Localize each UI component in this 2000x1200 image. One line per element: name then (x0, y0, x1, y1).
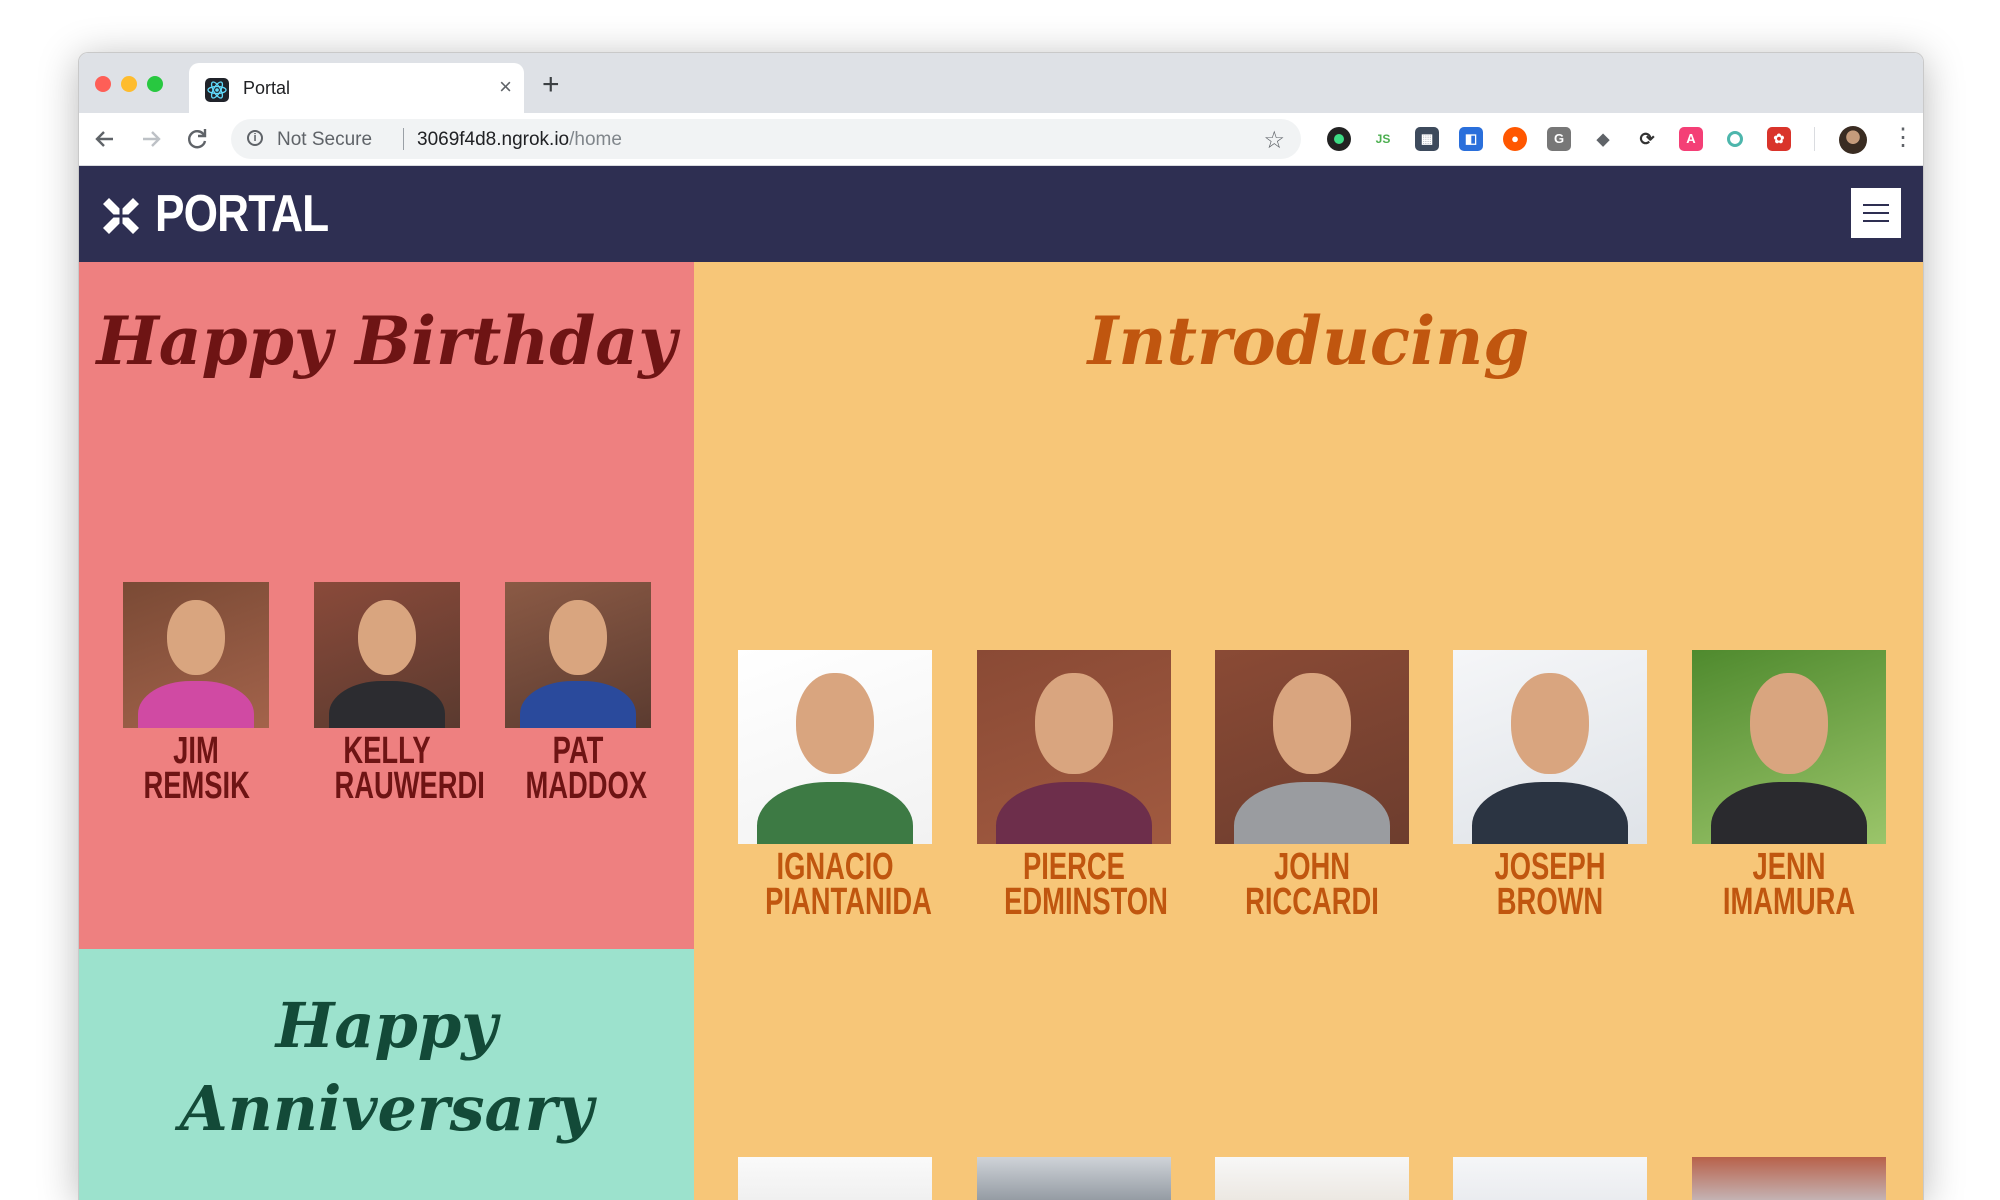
hamburger-menu-button[interactable] (1851, 188, 1901, 238)
react-favicon-icon (205, 78, 229, 102)
introducing-card-1: PIERCE EDMINSTON (977, 650, 1171, 923)
portal-logo-icon (99, 194, 143, 238)
introducing-photo-3 (1453, 650, 1647, 844)
introducing-card-4: JENN IMAMURA (1692, 650, 1886, 923)
anniversary-title-line2: Anniversary (179, 1072, 594, 1145)
camera-ext-icon[interactable] (1327, 127, 1351, 151)
nodejs-ext-icon[interactable]: JS (1371, 127, 1395, 151)
address-bar[interactable]: i Not Secure 3069f4d8.ngrok.io/home ☆ (231, 119, 1301, 159)
reddit-ext-icon[interactable]: ● (1503, 127, 1527, 151)
anniversary-title-line1: Happy (275, 989, 498, 1062)
reload-icon[interactable] (181, 123, 213, 155)
introducing-first-name-3: JOSEPH (1494, 846, 1606, 888)
introducing-photo-row2-1 (977, 1157, 1171, 1200)
circle-ext-icon[interactable] (1723, 127, 1747, 151)
not-secure-label: Not Secure (277, 129, 373, 150)
birthday-first-name-1: KELLY (343, 730, 431, 772)
tab-portal[interactable]: Portal × (189, 63, 524, 115)
birthday-last-name-1: RAUWERDI (334, 764, 485, 807)
url-path: /home (569, 129, 622, 150)
birthday-name-2: PAT MADDOX (525, 730, 648, 807)
tab-bar: Portal × + (79, 53, 1923, 115)
new-tab-button[interactable]: + (542, 70, 560, 100)
introducing-name-1: PIERCE EDMINSTON (1004, 846, 1168, 923)
introducing-card-2: JOHN RICCARDI (1215, 650, 1409, 923)
birthday-name-1: KELLY RAUWERDI (334, 730, 485, 807)
introducing-first-name-0: IGNACIO (776, 846, 894, 888)
birthday-card-2: PAT MADDOX (505, 582, 651, 807)
more-menu-icon[interactable]: ⋮ (1891, 123, 1915, 153)
introducing-photo-row2-4 (1692, 1157, 1886, 1200)
browser-toolbar: i Not Secure 3069f4d8.ngrok.io/home ☆ JS… (79, 113, 1923, 166)
birthday-photo-0 (123, 582, 269, 728)
g-ext-icon[interactable]: G (1547, 127, 1571, 151)
introducing-name-3: JOSEPH BROWN (1480, 846, 1620, 923)
anniversary-panel: Happy Anniversary (79, 949, 694, 1200)
bookmark-star-icon[interactable]: ☆ (1263, 126, 1285, 155)
birthday-photo-2 (505, 582, 651, 728)
back-arrow-icon[interactable] (89, 123, 121, 155)
introducing-last-name-1: EDMINSTON (1004, 880, 1168, 923)
birthday-panel: Happy Birthday JIM REMSIK KELLY RAUWERDI PAT… (79, 262, 694, 949)
close-window-button[interactable] (95, 76, 111, 92)
toolbar-divider (1814, 127, 1815, 151)
address-divider (403, 128, 404, 150)
portal-page: PORTAL Happy Birthday JIM REMSIK KELLY RAUW… (79, 166, 1923, 1200)
introducing-name-2: JOHN RICCARDI (1242, 846, 1382, 923)
portal-header: PORTAL (79, 166, 1923, 262)
birthday-card-1: KELLY RAUWERDI (314, 582, 485, 807)
info-icon[interactable]: i (247, 130, 263, 146)
introducing-last-name-0: PIANTANIDA (765, 880, 932, 923)
sync-ext-icon[interactable]: ⟳ (1635, 127, 1659, 151)
dev-ext-icon[interactable]: ◧ (1459, 127, 1483, 151)
introducing-panel: Introducing IGNACIO PIANTANIDA PIERCE EDMIN… (694, 262, 1923, 1200)
introducing-name-4: JENN IMAMURA (1719, 846, 1859, 923)
introducing-photo-0 (738, 650, 932, 844)
minimize-window-button[interactable] (121, 76, 137, 92)
introducing-card-3: JOSEPH BROWN (1453, 650, 1647, 923)
a-ext-icon[interactable]: A (1679, 127, 1703, 151)
tab-title: Portal (243, 78, 291, 98)
introducing-last-name-4: IMAMURA (1722, 880, 1856, 923)
browser-window: Portal × + i Not Secure 3069f4d8.ngrok.i… (78, 52, 1924, 1200)
birthday-name-0: JIM REMSIK (143, 730, 250, 807)
birthday-last-name-0: REMSIK (143, 764, 250, 807)
react-ext-icon[interactable]: ✿ (1767, 127, 1791, 151)
introducing-first-name-1: PIERCE (1023, 846, 1125, 888)
zoom-window-button[interactable] (147, 76, 163, 92)
birthday-last-name-2: MADDOX (525, 764, 648, 807)
birthday-title: Happy Birthday (96, 302, 677, 380)
introducing-first-name-4: JENN (1752, 846, 1826, 888)
introducing-photo-2 (1215, 650, 1409, 844)
birthday-first-name-2: PAT (552, 730, 604, 772)
introducing-card-0: IGNACIO PIANTANIDA (738, 650, 932, 923)
url-host: 3069f4d8.ngrok.io (417, 129, 570, 150)
introducing-photo-row2-3 (1453, 1157, 1647, 1200)
introducing-title: Introducing (1087, 302, 1530, 380)
portal-logo-text[interactable]: PORTAL (155, 184, 329, 244)
introducing-last-name-3: BROWN (1496, 880, 1604, 923)
tab-close-icon[interactable]: × (499, 75, 512, 99)
birthday-card-0: JIM REMSIK (123, 582, 269, 807)
introducing-photo-1 (977, 650, 1171, 844)
forward-arrow-icon[interactable] (135, 123, 167, 155)
tag-ext-icon[interactable]: ⬥ (1591, 127, 1615, 151)
introducing-photo-4 (1692, 650, 1886, 844)
introducing-photo-row2-2 (1215, 1157, 1409, 1200)
calendar-ext-icon[interactable]: ▦ (1415, 127, 1439, 151)
birthday-photo-1 (314, 582, 460, 728)
url-text[interactable]: 3069f4d8.ngrok.io/home (417, 129, 622, 151)
introducing-name-0: IGNACIO PIANTANIDA (765, 846, 932, 923)
introducing-photo-row2-0 (738, 1157, 932, 1200)
introducing-last-name-2: RICCARDI (1245, 880, 1379, 923)
birthday-first-name-0: JIM (173, 730, 219, 772)
profile-avatar[interactable] (1839, 126, 1867, 154)
introducing-first-name-2: JOHN (1273, 846, 1351, 888)
